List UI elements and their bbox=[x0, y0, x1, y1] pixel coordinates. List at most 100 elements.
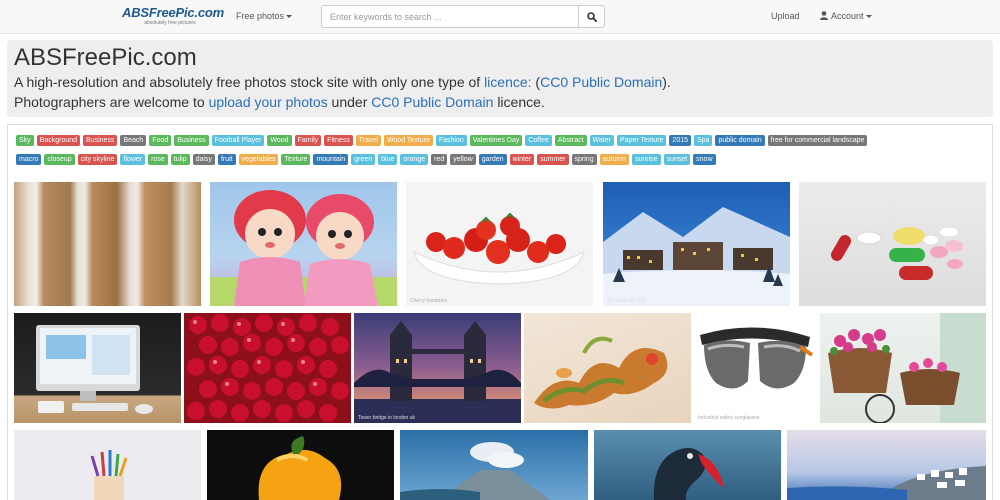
free-photos-dropdown[interactable]: Free photos bbox=[236, 11, 293, 22]
tag-wood-texture[interactable]: Wood Texture bbox=[383, 135, 433, 146]
search-icon bbox=[587, 12, 597, 22]
hero-line-1: A high-resolution and absolutely free ph… bbox=[14, 74, 671, 91]
tag-wood[interactable]: Wood bbox=[267, 135, 292, 146]
tag-yellow[interactable]: yellow bbox=[450, 154, 476, 165]
tag-sunset[interactable]: sunset bbox=[663, 154, 691, 165]
tag-public-domain[interactable]: public domain bbox=[715, 135, 765, 146]
tag-flower[interactable]: flower bbox=[120, 154, 146, 165]
hero-line-2-suffix: licence. bbox=[497, 94, 545, 110]
tag-summer[interactable]: summer bbox=[537, 154, 569, 165]
chevron-down-icon bbox=[865, 15, 872, 19]
photo-dolls[interactable] bbox=[210, 182, 397, 306]
tag-red[interactable]: red bbox=[431, 154, 448, 165]
tag-fitness[interactable]: Fitness bbox=[324, 135, 353, 146]
tag-mountain[interactable]: mountain bbox=[313, 154, 349, 165]
photo-pills[interactable] bbox=[799, 182, 986, 306]
tag-rose[interactable]: rose bbox=[148, 154, 168, 165]
tag-autumn[interactable]: autumn bbox=[599, 154, 629, 165]
bird-illustration bbox=[653, 448, 724, 500]
pencils-illustration bbox=[90, 450, 128, 500]
licence-link[interactable]: licence: bbox=[484, 74, 531, 90]
tag-background[interactable]: Background bbox=[36, 135, 81, 146]
tag-family[interactable]: Family bbox=[294, 135, 322, 146]
tag-2015[interactable]: 2015 bbox=[669, 135, 691, 146]
tomatoes-illustration bbox=[413, 212, 585, 285]
tag-texture[interactable]: Texture bbox=[281, 154, 311, 165]
search-button[interactable] bbox=[578, 5, 605, 28]
tag-beach[interactable]: Beach bbox=[120, 135, 147, 146]
search-input[interactable] bbox=[321, 5, 579, 28]
tag-sunrise[interactable]: sunrise bbox=[631, 154, 661, 165]
glasses-illustration bbox=[700, 327, 814, 389]
photo-safety-glasses[interactable]: Industrial safety sunglasses bbox=[694, 313, 816, 423]
cc0-link[interactable]: CC0 Public Domain bbox=[540, 74, 662, 90]
tag-business[interactable]: Business bbox=[174, 135, 209, 146]
tag-abstract[interactable]: Abstract bbox=[554, 135, 587, 146]
photo-caption: Ski resort at night bbox=[607, 298, 646, 304]
tag-paper-texture[interactable]: Paper Texture bbox=[616, 135, 667, 146]
tag-orange[interactable]: orange bbox=[400, 154, 429, 165]
cc0-link-2[interactable]: CC0 Public Domain bbox=[371, 94, 493, 110]
tag-sky[interactable]: Sky bbox=[16, 135, 34, 146]
tag-vegetables[interactable]: vegetables bbox=[238, 154, 279, 165]
tag-coffee[interactable]: Coffee bbox=[525, 135, 552, 146]
photo-volcano-island[interactable] bbox=[400, 430, 588, 500]
tag-valentines-day[interactable]: Valentines Day bbox=[469, 135, 523, 146]
photo-coastal-village[interactable] bbox=[787, 430, 986, 500]
brand-tagline: absolutely free pictures bbox=[144, 20, 196, 26]
hero-banner: ABSFreePic.com A high-resolution and abs… bbox=[7, 40, 993, 117]
tag-blue[interactable]: blue bbox=[378, 154, 398, 165]
tag-travel[interactable]: Travel bbox=[355, 135, 381, 146]
tag-spring[interactable]: spring bbox=[571, 154, 597, 165]
free-photos-label: Free photos bbox=[236, 11, 285, 21]
photo-ski-resort[interactable]: Ski resort at night bbox=[603, 182, 790, 306]
tag-fruit[interactable]: fruit bbox=[217, 154, 236, 165]
tag-snow[interactable]: snow bbox=[693, 154, 716, 165]
photo-caption: Cherry tomatoes bbox=[410, 298, 447, 304]
site-logo[interactable]: ABSFreePic.com absolutely free pictures bbox=[122, 6, 224, 28]
upload-photos-link[interactable]: upload your photos bbox=[209, 94, 328, 110]
photo-tower-bridge[interactable]: Tower bridge in london uk bbox=[354, 313, 521, 423]
village-illustration bbox=[787, 466, 986, 500]
tag-city-skyline[interactable]: city skyline bbox=[77, 154, 118, 165]
photo-flower-baskets[interactable] bbox=[820, 313, 986, 423]
user-icon bbox=[820, 11, 828, 20]
top-navbar: ABSFreePic.com absolutely free pictures … bbox=[0, 0, 1000, 34]
tag-green[interactable]: green bbox=[351, 154, 376, 165]
upload-link[interactable]: Upload bbox=[771, 11, 800, 22]
tag-garden[interactable]: garden bbox=[478, 154, 507, 165]
hero-line-1-suffix: ). bbox=[662, 74, 671, 90]
tag-free-for-commercial-landscape[interactable]: free for commercial landscape bbox=[767, 135, 868, 146]
tag-spa[interactable]: Spa bbox=[694, 135, 713, 146]
tag-cloud-row-1: Sky Background Business Beach Food Business Fo… bbox=[16, 135, 868, 147]
tag-macro[interactable]: macro bbox=[16, 154, 42, 165]
tag-tulip[interactable]: tulip bbox=[170, 154, 190, 165]
tag-daisy[interactable]: daisy bbox=[192, 154, 215, 165]
tag-cloud-row-2: macro closeup city skyline flower rose tulip d… bbox=[16, 154, 716, 166]
tag-food[interactable]: Food bbox=[149, 135, 172, 146]
photo-cherry-tomatoes[interactable]: Cherry tomatoes bbox=[406, 182, 593, 306]
photo-colored-pencils[interactable] bbox=[14, 430, 201, 500]
tag-winter[interactable]: winter bbox=[509, 154, 535, 165]
tag-closeup[interactable]: closeup bbox=[44, 154, 75, 165]
ski-resort-illustration bbox=[603, 207, 790, 306]
photo-yellow-pepper[interactable] bbox=[207, 430, 394, 500]
photo-imac-desk[interactable] bbox=[14, 313, 181, 423]
tag-business[interactable]: Business bbox=[83, 135, 118, 146]
account-label: Account bbox=[831, 11, 864, 21]
tag-football-player[interactable]: Football Player bbox=[211, 135, 265, 146]
photo-caption: Industrial safety sunglasses bbox=[698, 415, 760, 421]
photo-bird[interactable] bbox=[594, 430, 781, 500]
hero-line-2-mid: under bbox=[331, 94, 368, 110]
hero-line-2: Photographers are welcome to upload your… bbox=[14, 94, 545, 111]
hero-line-2-text: Photographers are welcome to bbox=[14, 94, 205, 110]
photo-carved-dragon[interactable] bbox=[524, 313, 691, 423]
tag-fashion[interactable]: Fashion bbox=[435, 135, 467, 146]
chevron-down-icon bbox=[286, 15, 293, 19]
photo-red-berries[interactable] bbox=[184, 313, 351, 423]
account-dropdown[interactable]: Account bbox=[820, 11, 872, 22]
pepper-illustration bbox=[258, 436, 342, 500]
photo-birch-forest[interactable] bbox=[14, 182, 201, 306]
tag-water[interactable]: Water bbox=[589, 135, 614, 146]
hero-line-1-text: A high-resolution and absolutely free ph… bbox=[14, 74, 481, 90]
